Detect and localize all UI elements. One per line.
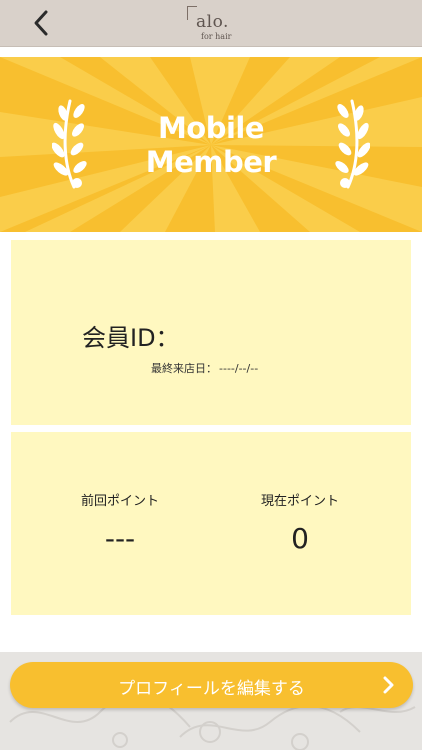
brand-logo: alo. for hair xyxy=(180,4,250,42)
banner-title-line1: Mobile xyxy=(157,111,265,145)
points-card: 前回ポイント --- 現在ポイント 0 xyxy=(11,432,411,615)
back-button[interactable] xyxy=(28,8,58,38)
previous-points: 前回ポイント --- xyxy=(20,490,220,555)
chevron-right-icon xyxy=(383,676,394,694)
edit-profile-label: プロフィールを編集する xyxy=(118,679,305,699)
member-content: 会員ID： 最終来店日： ----/--/-- 前回ポイント --- 現在ポイント… xyxy=(0,232,422,652)
banner-title-line2: Member xyxy=(145,145,277,179)
member-id-label: 会員ID： xyxy=(82,324,180,352)
member-id: 会員ID： xyxy=(82,318,180,353)
last-visit-label: 最終来店日： xyxy=(151,362,217,375)
logo-name: alo. xyxy=(196,12,229,32)
mobile-member-banner: Mobile Member xyxy=(0,57,422,232)
logo-subtitle: for hair xyxy=(201,32,232,41)
top-bar: alo. for hair xyxy=(0,0,422,47)
previous-points-label: 前回ポイント xyxy=(80,494,159,509)
member-id-card: 会員ID： 最終来店日： ----/--/-- xyxy=(11,240,411,425)
chevron-left-icon xyxy=(34,10,48,36)
current-points-label: 現在ポイント xyxy=(260,494,339,509)
last-visit: 最終来店日： ----/--/-- xyxy=(151,360,258,376)
current-points-value: 0 xyxy=(291,522,309,555)
edit-profile-button[interactable]: プロフィールを編集する xyxy=(10,662,413,708)
banner-title: Mobile Member xyxy=(0,111,422,179)
current-points: 現在ポイント 0 xyxy=(200,490,400,555)
last-visit-date: ----/--/-- xyxy=(219,362,259,375)
previous-points-value: --- xyxy=(104,522,136,555)
